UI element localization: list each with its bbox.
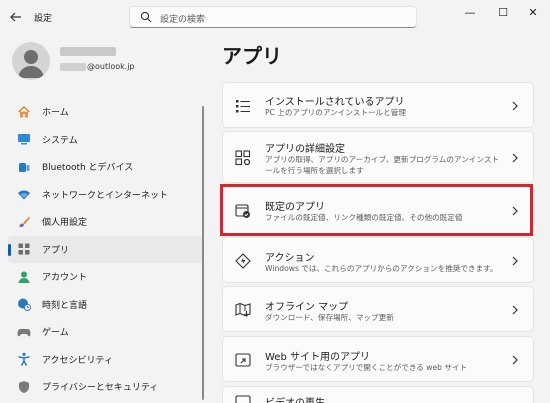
card-advanced-app-settings[interactable]: アプリの詳細設定 アプリの取得、アプリのアーカイブ、更新プログラムのアンインスト… bbox=[222, 131, 534, 183]
sidebar-item-label: ネットワークとインターネット bbox=[42, 190, 169, 201]
sidebar-item-accounts[interactable]: アカウント bbox=[8, 263, 204, 291]
network-icon bbox=[17, 187, 31, 201]
page-title: アプリ bbox=[222, 44, 282, 68]
bluetooth-icon bbox=[17, 160, 31, 174]
sidebar-item-accessibility[interactable]: アクセシビリティ bbox=[8, 346, 204, 374]
card-title: アプリの詳細設定 bbox=[265, 144, 345, 155]
chevron-right-icon bbox=[512, 153, 518, 163]
card-title: ビデオの再生 bbox=[265, 394, 325, 403]
web-apps-icon bbox=[235, 353, 251, 367]
back-arrow-icon bbox=[10, 12, 21, 22]
sidebar-item-network[interactable]: ネットワークとインターネット bbox=[8, 181, 204, 209]
sidebar-nav: ホーム システム Bluetooth とデバイス ネットワークとインターネット … bbox=[8, 98, 204, 401]
sidebar-item-privacy-security[interactable]: プライバシーとセキュリティ bbox=[8, 373, 204, 401]
sidebar-item-apps[interactable]: アプリ bbox=[8, 235, 204, 263]
card-offline-maps[interactable]: オフライン マップ ダウンロード、保存場所、マップ更新 bbox=[222, 286, 534, 332]
title-bar: 設定 設定の検索 — ☐ ✕ bbox=[0, 0, 550, 34]
card-description: Windows では、これらのアプリからのアクションを推奨できます。 bbox=[265, 264, 498, 273]
sidebar-item-bluetooth[interactable]: Bluetooth とデバイス bbox=[8, 153, 204, 181]
search-box[interactable]: 設定の検索 bbox=[129, 6, 417, 28]
email-domain: @outlook.jp bbox=[87, 62, 135, 71]
card-description: ファイルの既定値、リンク種類の既定値、その他の既定値 bbox=[265, 213, 463, 222]
card-default-apps[interactable]: 既定のアプリ ファイルの既定値、リンク種類の既定値、その他の既定値 bbox=[222, 186, 534, 234]
sidebar-item-label: 個人用設定 bbox=[42, 218, 88, 229]
minimize-button[interactable]: — bbox=[457, 4, 483, 20]
minimize-icon: — bbox=[464, 5, 476, 19]
chevron-right-icon bbox=[512, 305, 518, 315]
sidebar-item-system[interactable]: システム bbox=[8, 126, 204, 154]
default-apps-icon bbox=[235, 204, 250, 218]
sidebar-item-gaming[interactable]: ゲーム bbox=[8, 318, 204, 346]
card-description: ブラウザーではなくアプリで開くことができる web サイト bbox=[265, 363, 468, 372]
search-icon bbox=[140, 11, 152, 23]
card-description: アプリの取得、アプリのアーカイブ、更新プログラムのアンインストールを行う場所を選… bbox=[265, 155, 500, 175]
actions-icon bbox=[235, 253, 251, 269]
close-icon: ✕ bbox=[528, 5, 538, 19]
card-description: ダウンロード、保存場所、マップ更新 bbox=[265, 313, 394, 322]
chevron-right-icon bbox=[512, 206, 518, 216]
card-title: オフライン マップ bbox=[265, 302, 349, 313]
globe-clock-icon bbox=[17, 297, 31, 312]
sidebar-item-label: ホーム bbox=[42, 108, 69, 119]
card-actions[interactable]: アクション Windows では、これらのアプリからのアクションを推奨できます。 bbox=[222, 237, 534, 283]
account-icon bbox=[17, 270, 31, 284]
user-silhouette-icon bbox=[18, 50, 44, 78]
maximize-icon: ☐ bbox=[498, 5, 508, 19]
user-email: @outlook.jp bbox=[60, 62, 135, 71]
search-placeholder: 設定の検索 bbox=[160, 15, 206, 25]
chevron-right-icon bbox=[512, 355, 518, 365]
sidebar-item-label: 時刻と言語 bbox=[42, 300, 88, 311]
sidebar-item-home[interactable]: ホーム bbox=[8, 98, 204, 126]
system-icon bbox=[17, 132, 31, 146]
gamepad-icon bbox=[17, 325, 31, 339]
sidebar-item-label: アカウント bbox=[42, 273, 88, 284]
card-apps-for-websites[interactable]: Web サイト用のアプリ ブラウザーではなくアプリで開くことができる web サ… bbox=[222, 336, 534, 382]
chevron-right-icon bbox=[512, 256, 518, 266]
sidebar-item-time-language[interactable]: 時刻と言語 bbox=[8, 291, 204, 319]
card-description: PC 上のアプリのアンインストールと管理 bbox=[265, 108, 406, 117]
sidebar-item-label: ゲーム bbox=[42, 328, 69, 339]
back-button[interactable] bbox=[6, 8, 26, 26]
avatar[interactable] bbox=[12, 42, 50, 80]
sidebar-scrollbar[interactable] bbox=[202, 106, 204, 400]
card-title: インストールされているアプリ bbox=[265, 97, 405, 108]
close-button[interactable]: ✕ bbox=[520, 4, 546, 20]
app-title: 設定 bbox=[34, 14, 53, 24]
sidebar-item-label: アクセシビリティ bbox=[42, 355, 114, 366]
video-playback-icon bbox=[235, 395, 251, 403]
user-name-redacted bbox=[60, 47, 116, 56]
card-video-playback[interactable]: ビデオの再生 bbox=[222, 386, 534, 403]
card-installed-apps[interactable]: インストールされているアプリ PC 上のアプリのアンインストールと管理 bbox=[222, 82, 534, 128]
sidebar-item-personalization[interactable]: 個人用設定 bbox=[8, 208, 204, 236]
apps-icon bbox=[17, 242, 31, 256]
accessibility-icon bbox=[17, 352, 31, 367]
offline-maps-icon bbox=[235, 302, 251, 317]
card-title: 既定のアプリ bbox=[265, 202, 325, 213]
advanced-apps-icon bbox=[235, 150, 251, 166]
card-title: アクション bbox=[265, 253, 315, 264]
chevron-right-icon bbox=[512, 101, 518, 111]
home-icon bbox=[17, 105, 31, 119]
sidebar-item-label: アプリ bbox=[42, 245, 70, 256]
maximize-button[interactable]: ☐ bbox=[490, 4, 516, 20]
installed-apps-icon bbox=[236, 100, 250, 113]
email-redacted bbox=[60, 62, 86, 71]
shield-icon bbox=[17, 380, 31, 394]
sidebar-item-label: Bluetooth とデバイス bbox=[42, 163, 134, 174]
sidebar-item-label: システム bbox=[42, 135, 78, 146]
sidebar-item-label: プライバシーとセキュリティ bbox=[42, 383, 159, 394]
active-indicator bbox=[8, 243, 11, 256]
brush-icon bbox=[17, 215, 31, 229]
card-title: Web サイト用のアプリ bbox=[265, 352, 370, 363]
